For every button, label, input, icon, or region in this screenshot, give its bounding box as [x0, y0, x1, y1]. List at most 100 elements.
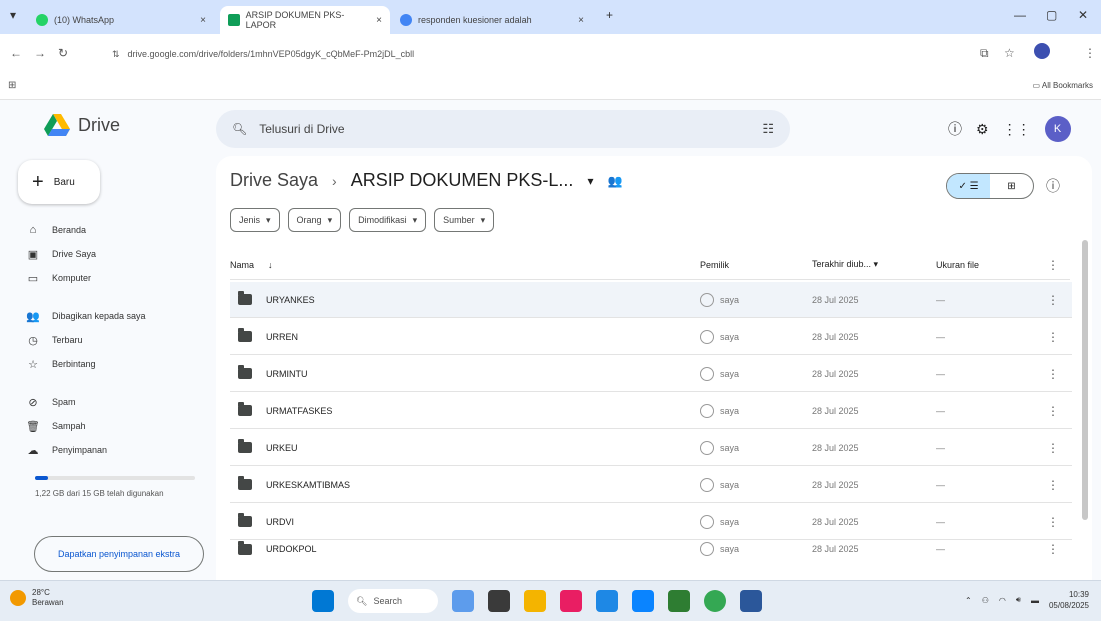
settings-gear-icon[interactable]: ⚙: [976, 121, 989, 138]
table-row[interactable]: URMATFASKES saya 28 Jul 2025 — ⋮: [230, 393, 1072, 429]
edge-icon[interactable]: [632, 590, 654, 612]
account-avatar[interactable]: K: [1044, 116, 1071, 142]
filter-people[interactable]: Orang ▾: [287, 208, 342, 232]
table-row[interactable]: URDOKPOL saya 28 Jul 2025 — ⋮: [230, 541, 1072, 557]
new-button[interactable]: + Baru: [18, 160, 100, 204]
table-row[interactable]: URKESKAMTIBMAS saya 28 Jul 2025 — ⋮: [230, 467, 1072, 503]
wifi-icon[interactable]: ◠: [999, 596, 1006, 605]
battery-icon[interactable]: ▬: [1031, 596, 1039, 605]
app-green-icon[interactable]: [668, 590, 690, 612]
more-actions-icon[interactable]: ⋮: [1038, 367, 1068, 381]
filter-modified[interactable]: Dimodifikasi ▾: [349, 208, 427, 232]
chrome-icon[interactable]: [704, 590, 726, 612]
bookmark-star-icon[interactable]: ☆: [1004, 46, 1015, 60]
minimize-icon[interactable]: —: [1014, 8, 1026, 22]
all-bookmarks-link[interactable]: ▭ All Bookmarks: [1033, 81, 1093, 90]
reload-icon[interactable]: ↻: [58, 46, 68, 60]
sidebar-item-home[interactable]: ⌂ Beranda: [16, 218, 206, 242]
more-actions-icon[interactable]: ⋮: [1038, 441, 1068, 455]
word-icon[interactable]: [740, 590, 762, 612]
file-table-header: Nama ↓ Pemilik Terakhir diub... ▾ Ukuran…: [230, 250, 1070, 280]
copilot-icon[interactable]: [452, 590, 474, 612]
column-options-icon[interactable]: ⋮: [1038, 258, 1068, 272]
drive-search-input[interactable]: 🔍︎ Telusuri di Drive ☷: [216, 110, 790, 148]
details-info-icon[interactable]: ⓘ: [1046, 176, 1060, 196]
more-actions-icon[interactable]: ⋮: [1038, 542, 1068, 556]
tab-search-icon[interactable]: ▾: [10, 8, 16, 22]
windows-start-icon[interactable]: [312, 590, 334, 612]
whatsapp-icon: [36, 14, 48, 26]
back-icon[interactable]: ←: [10, 46, 22, 60]
column-modified[interactable]: Terakhir diub... ▾: [812, 259, 928, 270]
scrollbar[interactable]: [1082, 240, 1088, 520]
search-options-icon[interactable]: ☷: [762, 121, 774, 137]
more-actions-icon[interactable]: ⋮: [1038, 515, 1068, 529]
task-view-icon[interactable]: [488, 590, 510, 612]
profile-icon[interactable]: [1034, 43, 1050, 59]
filter-type[interactable]: Jenis ▾: [230, 208, 280, 232]
help-icon[interactable]: ⓘ: [948, 119, 962, 139]
breadcrumb-my-drive[interactable]: Drive Saya: [230, 170, 318, 191]
grid-view-button[interactable]: ⊞: [990, 174, 1033, 198]
table-row[interactable]: URKEU saya 28 Jul 2025 — ⋮: [230, 430, 1072, 466]
sidebar-item-label: Drive Saya: [52, 249, 97, 259]
maximize-icon[interactable]: ▢: [1046, 8, 1057, 22]
close-icon[interactable]: ×: [578, 15, 584, 26]
sidebar-item-starred[interactable]: ☆ Berbintang: [16, 352, 206, 376]
apps-grid-icon[interactable]: ⊞: [8, 80, 16, 91]
window-close-icon[interactable]: ✕: [1078, 8, 1088, 22]
network-icon[interactable]: ⚇: [982, 596, 989, 605]
chevron-down-icon[interactable]: ▾: [587, 174, 593, 188]
sidebar-item-spam[interactable]: ⊘ Spam: [16, 390, 206, 414]
app-icon[interactable]: [560, 590, 582, 612]
store-icon[interactable]: [596, 590, 618, 612]
extensions-icon[interactable]: ⧉: [980, 46, 989, 61]
tab-drive[interactable]: ARSIP DOKUMEN PKS-LAPOR ×: [220, 6, 390, 34]
table-row[interactable]: URREN saya 28 Jul 2025 — ⋮: [230, 319, 1072, 355]
clock[interactable]: 10:39 05/08/2025: [1049, 589, 1089, 611]
close-icon[interactable]: ×: [376, 15, 382, 26]
volume-icon[interactable]: 🔊︎: [1016, 595, 1021, 605]
breadcrumb-current-folder[interactable]: ARSIP DOKUMEN PKS-L...: [351, 170, 574, 191]
menu-kebab-icon[interactable]: ⋮: [1084, 46, 1096, 60]
sidebar-item-storage[interactable]: ☁ Penyimpanan: [16, 438, 206, 462]
sort-arrow-icon[interactable]: ↓: [268, 260, 273, 270]
sidebar-item-trash[interactable]: 🗑 Sampah: [16, 414, 206, 438]
table-row[interactable]: URMINTU saya 28 Jul 2025 — ⋮: [230, 356, 1072, 392]
table-row[interactable]: URDVI saya 28 Jul 2025 — ⋮: [230, 504, 1072, 540]
file-name-cell: URMINTU: [230, 365, 700, 379]
chevron-up-icon[interactable]: ⌃: [965, 596, 972, 605]
search-icon[interactable]: 🔍︎: [232, 122, 247, 136]
filter-source[interactable]: Sumber ▾: [434, 208, 495, 232]
column-owner[interactable]: Pemilik: [700, 260, 812, 270]
new-tab-button[interactable]: +: [606, 8, 613, 22]
sidebar-item-recent[interactable]: ◷ Terbaru: [16, 328, 206, 352]
google-apps-icon[interactable]: ⋮⋮: [1003, 121, 1031, 138]
column-name[interactable]: Nama ↓: [230, 260, 700, 270]
forward-icon[interactable]: →: [34, 46, 46, 60]
table-row[interactable]: URYANKES saya 28 Jul 2025 — ⋮: [230, 282, 1072, 318]
url-input[interactable]: ⇅ drive.google.com/drive/folders/1mhnVEP…: [104, 40, 964, 68]
more-actions-icon[interactable]: ⋮: [1038, 478, 1068, 492]
sidebar-item-computers[interactable]: ▭ Komputer: [16, 266, 206, 290]
site-info-icon[interactable]: ⇅: [112, 49, 120, 60]
tab-label: responden kuesioner adalah: [418, 15, 532, 25]
drive-logo[interactable]: Drive: [44, 114, 120, 136]
weather-widget[interactable]: 28°C Berawan: [10, 588, 64, 608]
size-cell: —: [936, 479, 945, 490]
sidebar-item-my-drive[interactable]: ▣ Drive Saya: [16, 242, 206, 266]
user-icon: [700, 477, 714, 492]
more-actions-icon[interactable]: ⋮: [1038, 404, 1068, 418]
list-view-button[interactable]: ✓ ☰: [947, 174, 990, 198]
more-actions-icon[interactable]: ⋮: [1038, 330, 1068, 344]
owner-name: saya: [720, 405, 740, 416]
tab-whatsapp[interactable]: (10) WhatsApp ×: [28, 6, 214, 34]
close-icon[interactable]: ×: [200, 15, 206, 26]
column-size[interactable]: Ukuran file: [928, 260, 1038, 270]
tab-google-search[interactable]: responden kuesioner adalah ×: [392, 6, 592, 34]
more-actions-icon[interactable]: ⋮: [1038, 293, 1068, 307]
taskbar-search[interactable]: 🔍︎ Search: [348, 589, 438, 613]
sidebar-item-shared[interactable]: 👥 Dibagikan kepada saya: [16, 304, 206, 328]
file-explorer-icon[interactable]: [524, 590, 546, 612]
get-more-storage-button[interactable]: Dapatkan penyimpanan ekstra: [34, 536, 204, 572]
